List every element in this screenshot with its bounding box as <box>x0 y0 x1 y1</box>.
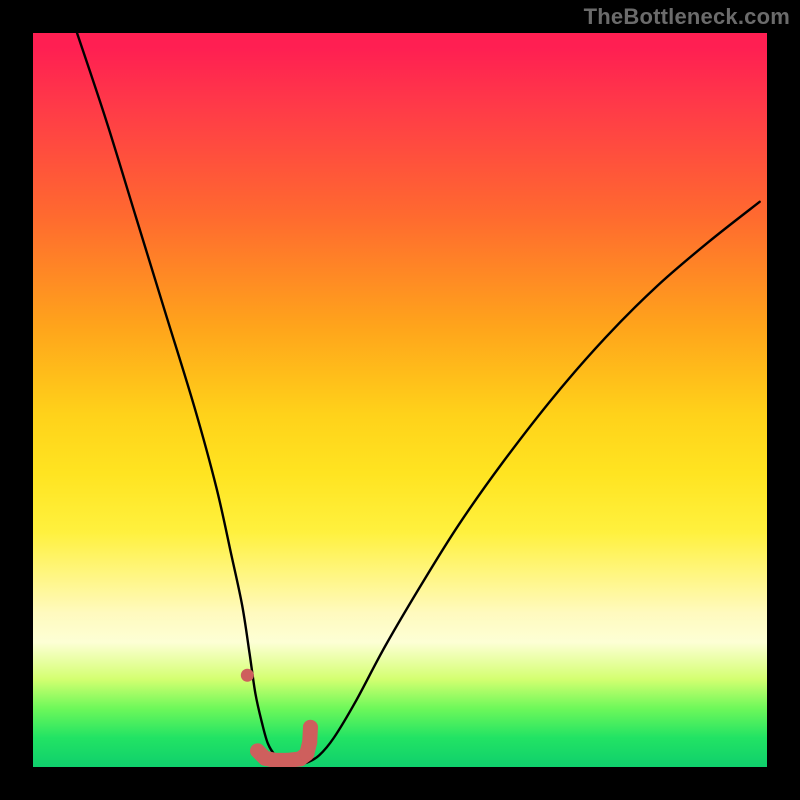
watermark-text: TheBottleneck.com <box>584 4 790 30</box>
plot-area <box>33 33 767 767</box>
marker-dot <box>241 669 254 682</box>
sweet-spot-markers <box>241 669 318 767</box>
bottleneck-curve <box>77 33 760 764</box>
chart-frame: TheBottleneck.com <box>0 0 800 800</box>
marker-dot <box>303 720 318 735</box>
marker-dot <box>302 735 317 750</box>
chart-svg <box>33 33 767 767</box>
